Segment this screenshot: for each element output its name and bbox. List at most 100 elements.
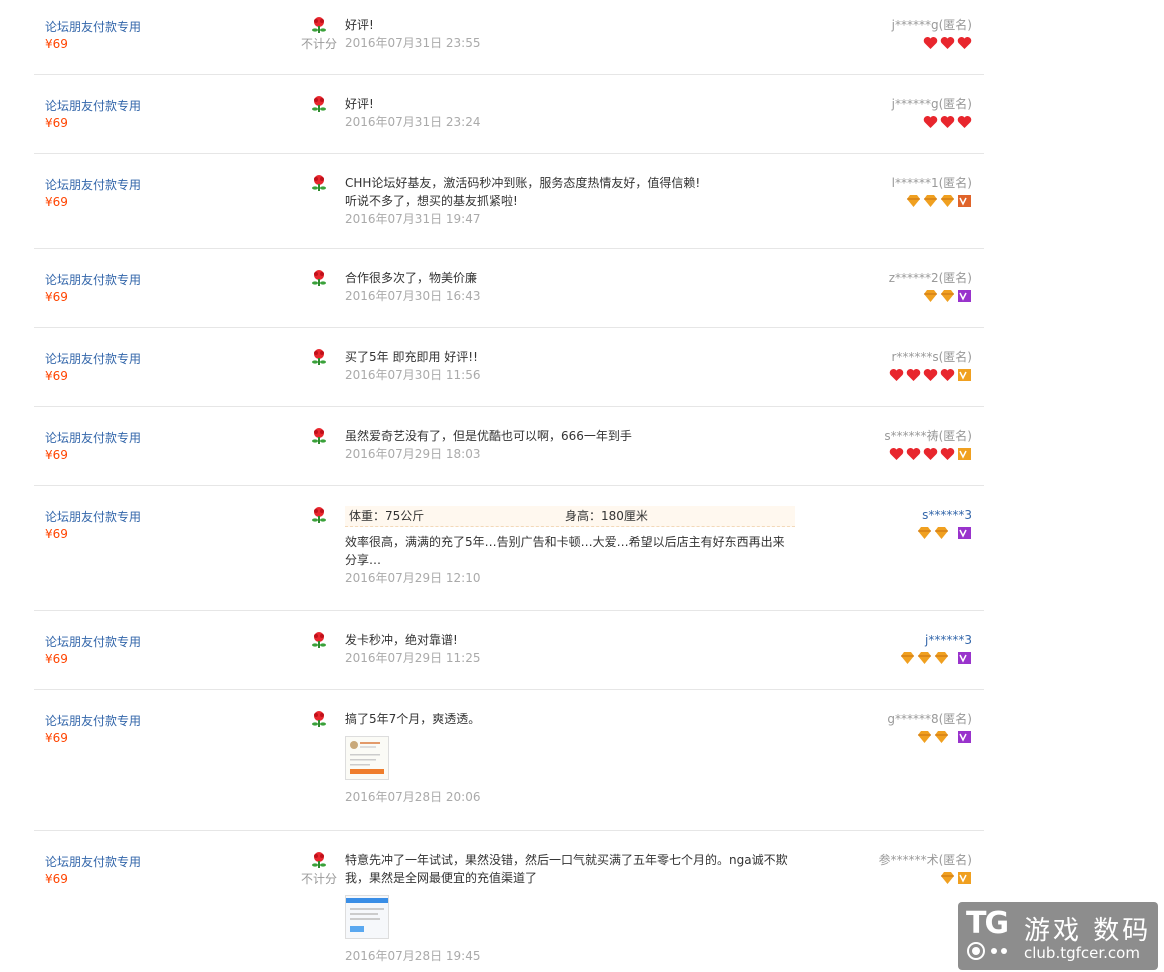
item-info: 论坛朋友付款专用 ¥69 (45, 350, 245, 384)
rating-column (289, 427, 349, 445)
heart-icon (957, 116, 972, 128)
review-photo-thumbnail[interactable] (345, 736, 389, 780)
rating-column (289, 631, 349, 649)
review-row: 论坛朋友付款专用 ¥69 不计分 好评! 2016年07月31日 23:55 j… (34, 0, 984, 75)
heart-icon (889, 448, 904, 460)
reviewer-info: g******8(匿名) (792, 710, 972, 746)
diamond-icon (935, 652, 948, 664)
reviewer-name: z******2(匿名) (888, 271, 972, 285)
flower-good-rating-icon (312, 349, 326, 365)
review-content: 虽然爱奇艺没有了，但是优酷也可以啊，666一年到手 2016年07月29日 18… (345, 427, 795, 463)
item-price: ¥69 (45, 290, 68, 304)
diamond-icon (918, 527, 931, 539)
reviewer-name: j******3 (925, 633, 972, 647)
watermark-logo-text: TG (966, 906, 1009, 941)
item-name-link[interactable]: 论坛朋友付款专用 (45, 18, 245, 36)
diamond-icon (941, 195, 954, 207)
reviewer-name: r******s(匿名) (891, 350, 972, 364)
review-text: 发卡秒冲，绝对靠谱! (345, 633, 458, 647)
watermark-title: 游戏 数码 (1024, 916, 1152, 946)
diamond-icon (941, 872, 954, 884)
reviewer-badges (792, 447, 972, 463)
gold-vip-icon (958, 448, 971, 460)
rating-column (289, 710, 349, 728)
item-name-link[interactable]: 论坛朋友付款专用 (45, 97, 245, 115)
heart-icon (923, 369, 938, 381)
reviewer-badges (792, 730, 972, 746)
item-name-link[interactable]: 论坛朋友付款专用 (45, 508, 245, 526)
item-info: 论坛朋友付款专用 ¥69 (45, 853, 245, 887)
heart-icon (940, 369, 955, 381)
item-price: ¥69 (45, 527, 68, 541)
review-row: 论坛朋友付款专用 ¥69 CHH论坛好基友，激活码秒冲到账，服务态度热情友好，值… (34, 154, 984, 249)
item-price: ¥69 (45, 652, 68, 666)
review-text: 搞了5年7个月，爽透透。 (345, 712, 481, 726)
review-text-line2: 分享… (345, 553, 382, 567)
item-info: 论坛朋友付款专用 ¥69 (45, 712, 245, 746)
item-info: 论坛朋友付款专用 ¥69 (45, 508, 245, 542)
diamond-icon (941, 290, 954, 302)
review-content: 体重：75公斤 身高：180厘米 效率很高，满满的充了5年…告别广告和卡顿…大爱… (345, 506, 795, 587)
heart-icon (923, 116, 938, 128)
item-info: 论坛朋友付款专用 ¥69 (45, 176, 245, 210)
reviewer-badges (792, 651, 972, 667)
reviewer-name: j******g(匿名) (891, 18, 972, 32)
item-info: 论坛朋友付款专用 ¥69 (45, 97, 245, 131)
review-row: 论坛朋友付款专用 ¥69 虽然爱奇艺没有了，但是优酷也可以啊，666一年到手 2… (34, 407, 984, 486)
diamond-icon (924, 290, 937, 302)
rating-column (289, 95, 349, 113)
item-info: 论坛朋友付款专用 ¥69 (45, 271, 245, 305)
review-text-line2: 我，果然是全网最便宜的充值渠道了 (345, 871, 538, 885)
review-row: 论坛朋友付款专用 ¥69 好评! 2016年07月31日 23:24 j****… (34, 75, 984, 154)
review-content: 合作很多次了，物美价廉 2016年07月30日 16:43 (345, 269, 795, 305)
reviewer-badges (792, 526, 972, 542)
review-date: 2016年07月28日 20:06 (345, 790, 481, 804)
vip-icon (958, 652, 971, 664)
item-name-link[interactable]: 论坛朋友付款专用 (45, 429, 245, 447)
no-score-label: 不计分 (300, 37, 337, 51)
reviewer-badges (792, 36, 972, 52)
review-text: 效率很高，满满的充了5年…告别广告和卡顿…大爱…希望以后店主有好东西再出来 (345, 535, 785, 549)
reviewer-info: r******s(匿名) (792, 348, 972, 384)
review-row: 论坛朋友付款专用 ¥69 体重：75公斤 身高：180厘米 效率很高，满满的充了… (34, 486, 984, 611)
review-date: 2016年07月31日 23:55 (345, 36, 481, 50)
vip-icon (958, 527, 971, 539)
reviewer-info: s******3 (792, 506, 972, 542)
review-content: CHH论坛好基友，激活码秒冲到账，服务态度热情友好，值得信赖! 听说不多了，想买… (345, 174, 795, 228)
review-text: 买了5年 即充即用 好评!! (345, 350, 478, 364)
reviewer-info: j******3 (792, 631, 972, 667)
diamond-icon (901, 652, 914, 664)
diamond-icon (924, 195, 937, 207)
rating-column (289, 174, 349, 192)
reviewer-info: s******祷(匿名) (792, 427, 972, 463)
diamond-icon (918, 731, 931, 743)
review-photo-thumbnail[interactable] (345, 895, 389, 939)
weight-attribute: 体重：75公斤 (349, 509, 425, 523)
reviewer-info: l******1(匿名) (792, 174, 972, 210)
reviewer-name: 参******术(匿名) (878, 853, 972, 867)
reviewer-name: j******g(匿名) (891, 97, 972, 111)
flower-good-rating-icon (312, 96, 326, 112)
reviewer-badges (792, 289, 972, 305)
item-name-link[interactable]: 论坛朋友付款专用 (45, 853, 245, 871)
item-name-link[interactable]: 论坛朋友付款专用 (45, 633, 245, 651)
review-text: 虽然爱奇艺没有了，但是优酷也可以啊，666一年到手 (345, 429, 632, 443)
review-text: 特意先冲了一年试试，果然没错，然后一口气就买满了五年零七个月的。nga诚不欺 (345, 853, 788, 867)
gold-vip-icon (958, 369, 971, 381)
item-name-link[interactable]: 论坛朋友付款专用 (45, 271, 245, 289)
reviewer-badges (792, 368, 972, 384)
vip-icon (958, 731, 971, 743)
reviewer-info: z******2(匿名) (792, 269, 972, 305)
item-info: 论坛朋友付款专用 ¥69 (45, 429, 245, 463)
flower-good-rating-icon (312, 507, 326, 523)
review-date: 2016年07月28日 19:45 (345, 949, 481, 963)
item-name-link[interactable]: 论坛朋友付款专用 (45, 350, 245, 368)
rating-column: 不计分 (289, 16, 349, 52)
item-name-link[interactable]: 论坛朋友付款专用 (45, 176, 245, 194)
review-text: 好评! (345, 97, 374, 111)
gamepad-icon (967, 942, 1007, 960)
item-name-link[interactable]: 论坛朋友付款专用 (45, 712, 245, 730)
heart-icon (940, 448, 955, 460)
reviewer-name: s******祷(匿名) (884, 429, 972, 443)
diamond-icon (935, 527, 948, 539)
